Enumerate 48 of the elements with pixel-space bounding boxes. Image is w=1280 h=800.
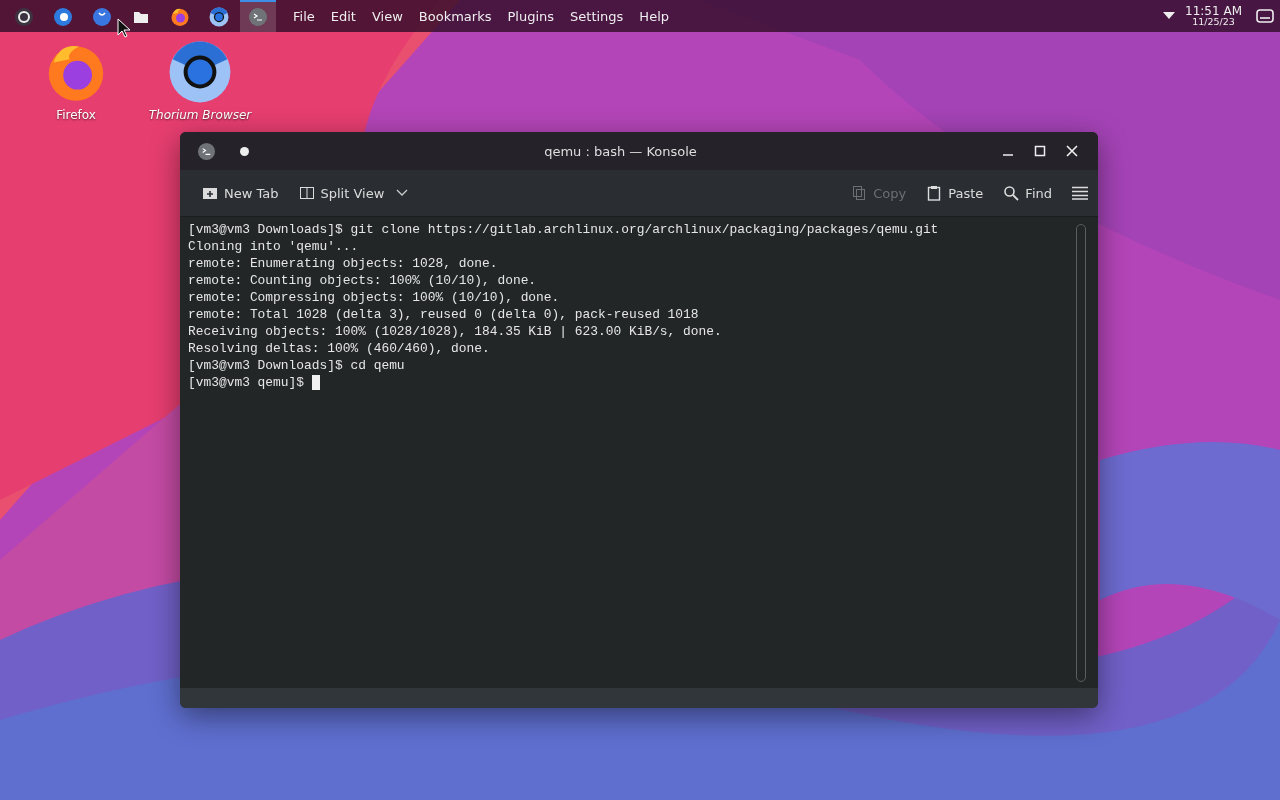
menu-item[interactable]: Plugins <box>499 8 563 24</box>
menu-item[interactable]: File <box>285 8 323 24</box>
firefox-icon <box>170 7 190 27</box>
terminal-line: remote: Compressing objects: 100% (10/10), done. <box>188 289 560 306</box>
terminal-line: [vm3@vm3 qemu]$ <box>188 374 305 391</box>
menu-item[interactable]: View <box>363 8 411 24</box>
terminal-line: [vm3@vm3 Downloads]$ git clone https://gitlab.archlinux.org/archlinux/packaging/packages/qemu.git <box>188 221 939 238</box>
menu-item[interactable]: Bookmarks <box>410 8 500 24</box>
find-button[interactable]: Find <box>995 180 1060 206</box>
menu-item[interactable]: Settings <box>562 8 632 24</box>
terminal-line: remote: Enumerating objects: 1028, done. <box>188 255 498 272</box>
desktop-icon-label[interactable]: Thorium Browser <box>148 108 252 122</box>
dropdown-arrow-icon[interactable] <box>1163 12 1176 20</box>
terminal-line: Cloning into 'qemu'... <box>188 238 359 255</box>
smile-icon <box>92 7 112 27</box>
clipboard-icon <box>926 185 943 201</box>
show-desktop-icon[interactable] <box>1256 9 1274 23</box>
terminal-line: Resolving deltas: 100% (460/460), done. <box>188 340 490 357</box>
close-button[interactable] <box>1066 145 1078 157</box>
paste-button[interactable]: Paste <box>918 180 992 206</box>
window-title: qemu : bash — Konsole <box>543 143 698 159</box>
pin-dot-icon[interactable] <box>240 146 249 156</box>
clock-date: 11/25/23 <box>1192 17 1235 27</box>
terminal-icon <box>197 141 216 161</box>
folder-icon <box>133 9 149 25</box>
terminal-line: remote: Counting objects: 100% (10/10), done. <box>188 272 537 289</box>
toggle-icon <box>53 7 73 27</box>
mouse-pointer-icon <box>117 18 131 38</box>
menu-item[interactable]: Edit <box>322 8 364 24</box>
new-tab-icon <box>202 185 218 201</box>
terminal-icon <box>248 7 268 27</box>
menu-item[interactable]: Help <box>631 8 677 24</box>
menu-icon[interactable] <box>1072 186 1088 200</box>
browser-icon <box>168 40 232 104</box>
search-icon <box>1003 185 1020 201</box>
terminal-line: remote: Total 1028 (delta 3), reused 0 (delta 0), pack-reused 1018 <box>188 306 699 323</box>
split-button[interactable]: Split View <box>290 180 417 206</box>
terminal-line: Receiving objects: 100% (1028/1028), 184.35 KiB | 623.00 KiB/s, done. <box>188 323 722 340</box>
browser-icon <box>209 7 229 27</box>
desktop-icon-label[interactable]: Firefox <box>56 108 96 122</box>
new-tab-button[interactable]: New Tab <box>194 180 287 206</box>
chevron-down-icon <box>396 189 409 197</box>
copy-icon <box>851 185 868 201</box>
maximize-button[interactable] <box>1034 145 1046 157</box>
clock-time: 11:51 AM <box>1185 5 1242 18</box>
launcher-icon <box>14 7 34 27</box>
terminal-line: [vm3@vm3 Downloads]$ cd qemu <box>188 357 405 374</box>
split-view-icon <box>298 185 315 201</box>
